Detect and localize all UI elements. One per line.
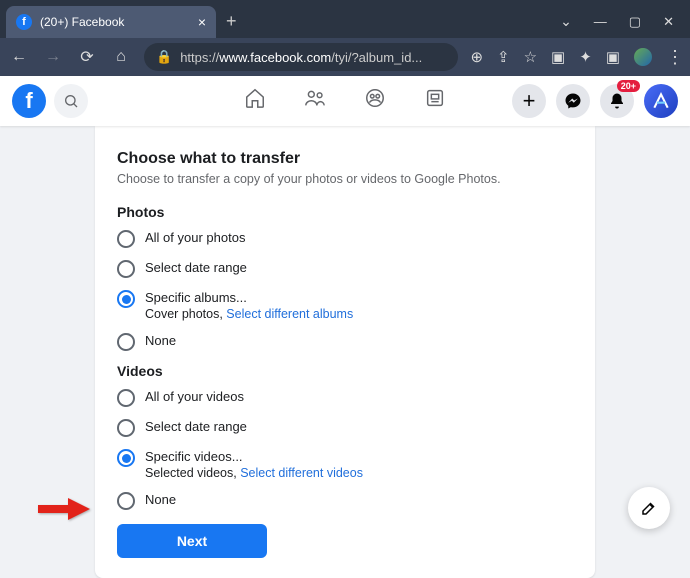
- compose-fab[interactable]: [628, 487, 670, 529]
- close-window-icon[interactable]: ✕: [663, 14, 674, 30]
- messenger-button[interactable]: [556, 84, 590, 118]
- page-subtitle: Choose to transfer a copy of your photos…: [117, 172, 573, 186]
- option-label: All of your videos: [145, 389, 244, 404]
- option-label: Select date range: [145, 260, 247, 275]
- address-bar[interactable]: 🔒 https://www.facebook.com/tyi/?album_id…: [144, 43, 458, 71]
- facebook-logo[interactable]: f: [12, 84, 46, 118]
- window-controls: ⌄ ― ▢ ✕: [560, 13, 690, 38]
- option-subtext: Selected videos, Select different videos: [145, 466, 363, 480]
- extensions-icon[interactable]: ✦: [579, 48, 592, 66]
- facebook-header: f + 20+: [0, 76, 690, 126]
- reload-icon[interactable]: ⟳: [76, 47, 98, 67]
- maximize-icon[interactable]: ▢: [629, 14, 641, 30]
- radio-icon[interactable]: [117, 419, 135, 437]
- url-path: /tyi/?album_id...: [331, 50, 422, 65]
- forward-icon[interactable]: →: [42, 48, 64, 66]
- extension-badge-icon[interactable]: [634, 48, 652, 66]
- facebook-favicon: f: [16, 14, 32, 30]
- star-icon[interactable]: ☆: [524, 48, 537, 66]
- annotation-arrow-icon: [38, 496, 92, 527]
- tab-group-icon[interactable]: ▣: [606, 48, 620, 66]
- radio-option[interactable]: All of your photos: [117, 230, 573, 248]
- radio-option[interactable]: Select date range: [117, 419, 573, 437]
- option-label: Select date range: [145, 419, 247, 434]
- option-label: Specific albums...: [145, 290, 353, 305]
- zoom-search-icon[interactable]: ⊕: [470, 48, 483, 66]
- new-tab-button[interactable]: +: [226, 11, 237, 32]
- select-different-link[interactable]: Select different videos: [240, 466, 363, 480]
- url-host: www.facebook.com: [219, 50, 331, 65]
- page-title: Choose what to transfer: [117, 150, 573, 168]
- notifications-badge: 20+: [617, 80, 640, 92]
- tab-title: (20+) Facebook: [40, 15, 124, 29]
- radio-option[interactable]: Specific albums... Cover photos, Select d…: [117, 290, 573, 321]
- radio-icon[interactable]: [117, 333, 135, 351]
- radio-icon[interactable]: [117, 230, 135, 248]
- browser-tab[interactable]: f (20+) Facebook ×: [6, 6, 216, 38]
- reader-icon[interactable]: ▣: [551, 48, 565, 66]
- radio-icon[interactable]: [117, 492, 135, 510]
- nav-groups-icon[interactable]: [364, 87, 386, 115]
- select-different-link[interactable]: Select different albums: [226, 307, 353, 321]
- lock-icon: 🔒: [156, 49, 172, 65]
- radio-option[interactable]: All of your videos: [117, 389, 573, 407]
- option-label: None: [145, 333, 176, 348]
- radio-option[interactable]: Specific videos... Selected videos, Selec…: [117, 449, 573, 480]
- next-button[interactable]: Next: [117, 524, 267, 558]
- search-button[interactable]: [54, 84, 88, 118]
- transfer-card: Choose what to transfer Choose to transf…: [95, 126, 595, 578]
- videos-section-title: Videos: [117, 363, 573, 379]
- avatar[interactable]: [644, 84, 678, 118]
- browser-tab-strip: f (20+) Facebook × + ⌄ ― ▢ ✕: [0, 0, 690, 38]
- menu-dots-icon[interactable]: ⋮: [666, 47, 682, 68]
- photos-section-title: Photos: [117, 204, 573, 220]
- nav-friends-icon[interactable]: [304, 87, 326, 115]
- radio-option[interactable]: None: [117, 333, 573, 351]
- browser-toolbar: ← → ⟳ ⌂ 🔒 https://www.facebook.com/tyi/?…: [0, 38, 690, 76]
- share-icon[interactable]: ⇪: [497, 48, 510, 66]
- chevron-down-icon[interactable]: ⌄: [560, 13, 572, 30]
- radio-option[interactable]: Select date range: [117, 260, 573, 278]
- home-icon[interactable]: ⌂: [110, 48, 132, 66]
- radio-icon[interactable]: [117, 290, 135, 308]
- close-tab-icon[interactable]: ×: [198, 14, 206, 30]
- radio-icon[interactable]: [117, 389, 135, 407]
- url-prefix: https://: [180, 50, 219, 65]
- nav-home-icon[interactable]: [244, 87, 266, 115]
- radio-icon[interactable]: [117, 449, 135, 467]
- radio-option[interactable]: None: [117, 492, 573, 510]
- option-label: All of your photos: [145, 230, 245, 245]
- nav-feed-icon[interactable]: [424, 87, 446, 115]
- option-label: Specific videos...: [145, 449, 363, 464]
- radio-icon[interactable]: [117, 260, 135, 278]
- create-button[interactable]: +: [512, 84, 546, 118]
- back-icon[interactable]: ←: [8, 48, 30, 66]
- minimize-icon[interactable]: ―: [594, 14, 607, 29]
- option-label: None: [145, 492, 176, 507]
- option-subtext: Cover photos, Select different albums: [145, 307, 353, 321]
